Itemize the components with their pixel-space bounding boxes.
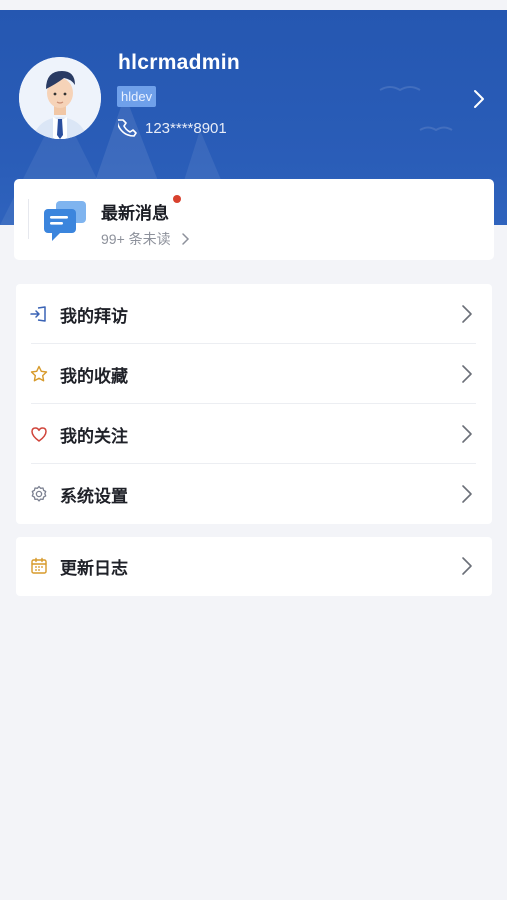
- divider: [28, 199, 29, 239]
- phone-number: 123****8901: [145, 119, 227, 137]
- menu-item-my-favorites[interactable]: 我的收藏: [16, 344, 492, 404]
- menu-label: 我的拜访: [60, 307, 128, 326]
- chevron-right-icon: [462, 425, 472, 443]
- menu-item-my-visits[interactable]: 我的拜访: [16, 284, 492, 344]
- chevron-right-icon: [462, 485, 472, 503]
- chevron-right-icon: [462, 305, 472, 323]
- menu-label: 更新日志: [60, 559, 128, 578]
- chevron-right-icon: [462, 365, 472, 383]
- star-icon: [30, 365, 48, 382]
- messages-title: 最新消息: [101, 204, 169, 223]
- unread-dot: [173, 195, 181, 203]
- menu-item-my-follows[interactable]: 我的关注: [16, 404, 492, 464]
- visit-icon: [30, 306, 46, 322]
- calendar-icon: [31, 557, 47, 574]
- avatar-illustration: [19, 57, 101, 139]
- menu-item-changelog[interactable]: 更新日志: [16, 537, 492, 596]
- latest-messages-card[interactable]: 最新消息 99+ 条未读: [14, 179, 494, 260]
- heart-icon: [31, 427, 47, 442]
- status-bar-area: [0, 0, 507, 10]
- gear-icon: [31, 485, 47, 502]
- menu-group-primary: 我的拜访 我的收藏 我的关注 系统设置: [16, 284, 492, 524]
- phone-icon: [118, 119, 137, 137]
- chevron-right-icon[interactable]: [470, 88, 488, 110]
- menu-label: 我的关注: [60, 427, 128, 446]
- menu-group-secondary: 更新日志: [16, 537, 492, 596]
- chat-bubbles-icon: [44, 201, 86, 241]
- avatar[interactable]: [19, 57, 101, 139]
- menu-item-system-settings[interactable]: 系统设置: [16, 464, 492, 524]
- unread-count: 99+ 条未读: [101, 231, 171, 247]
- chevron-right-icon: [181, 233, 189, 245]
- menu-label: 我的收藏: [60, 367, 128, 386]
- chevron-right-icon: [462, 557, 472, 575]
- phone-row: 123****8901: [118, 118, 227, 138]
- unread-count-row[interactable]: 99+ 条未读: [101, 229, 191, 249]
- role-badge: hldev: [117, 86, 157, 107]
- username: hlcrmadmin: [118, 51, 241, 74]
- menu-label: 系统设置: [60, 487, 128, 506]
